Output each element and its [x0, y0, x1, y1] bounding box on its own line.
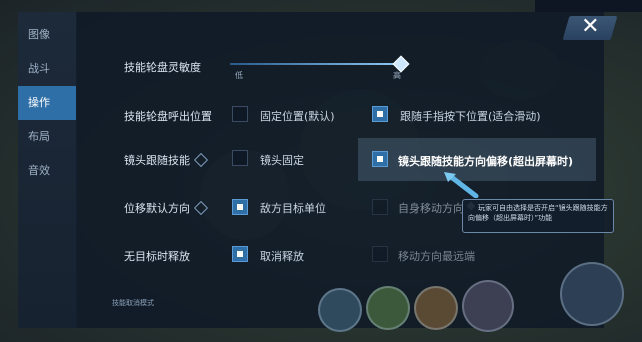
close-button[interactable]: ✕ — [562, 14, 618, 40]
scroll-hint: 技能取消模式 — [112, 299, 154, 307]
follow-finger-checkbox[interactable] — [372, 106, 388, 122]
camera-offset-option: 镜头跟随技能方向偏移(超出屏幕时) — [398, 155, 574, 168]
camera-fixed-option: 镜头固定 — [260, 154, 304, 167]
call-position-label: 技能轮盘呼出位置 — [124, 110, 212, 123]
tooltip-text: 玩家可自由选择是否开启“镜头跟随技能方向偏移（超出屏幕时）”功能 — [468, 204, 608, 222]
skill-button — [462, 280, 514, 332]
sidebar-item-controls[interactable]: 操作 — [18, 86, 76, 120]
close-icon: ✕ — [581, 14, 600, 39]
skill-button — [318, 288, 362, 332]
fixed-position-option: 固定位置(默认) — [260, 110, 335, 123]
sensitivity-slider[interactable] — [230, 63, 405, 65]
camera-offset-checkbox[interactable] — [372, 151, 388, 167]
displace-dir-label: 位移默认方向 — [124, 202, 190, 215]
follow-finger-option: 跟随手指按下位置(适合滑动) — [400, 110, 541, 123]
sidebar-item-battle[interactable]: 战斗 — [18, 52, 76, 86]
cancel-release-option: 取消释放 — [260, 250, 304, 263]
slider-high-label: 高 — [393, 71, 401, 80]
sensitivity-label: 技能轮盘灵敏度 — [124, 61, 201, 74]
pointer-arrow-icon — [444, 172, 479, 198]
farthest-checkbox[interactable] — [372, 246, 388, 262]
slider-low-label: 低 — [235, 71, 243, 80]
camera-fixed-checkbox[interactable] — [232, 150, 248, 166]
skill-button — [414, 286, 458, 330]
settings-sidebar: 图像 战斗 操作 布局 音效 — [18, 12, 77, 328]
enemy-target-option: 敌方目标单位 — [260, 202, 326, 215]
skill-button — [366, 286, 410, 330]
attack-button — [560, 262, 624, 326]
sidebar-item-sound[interactable]: 音效 — [18, 154, 76, 188]
no-target-label: 无目标时释放 — [124, 250, 190, 263]
self-move-checkbox[interactable] — [372, 199, 388, 215]
sensitivity-slider-fill — [230, 63, 400, 65]
annotation-tooltip: 玩家可自由选择是否开启“镜头跟随技能方向偏移（超出屏幕时）”功能 — [462, 199, 614, 233]
fixed-position-checkbox[interactable] — [232, 106, 248, 122]
sidebar-item-layout[interactable]: 布局 — [18, 120, 76, 154]
farthest-option: 移动方向最远端 — [398, 250, 475, 263]
self-move-option: 自身移动方向 — [398, 202, 464, 215]
camera-follow-label: 镜头跟随技能 — [124, 154, 190, 167]
cancel-release-checkbox[interactable] — [232, 246, 248, 262]
top-strip — [535, 0, 642, 12]
sidebar-item-graphics[interactable]: 图像 — [18, 18, 76, 52]
enemy-target-checkbox[interactable] — [232, 199, 248, 215]
